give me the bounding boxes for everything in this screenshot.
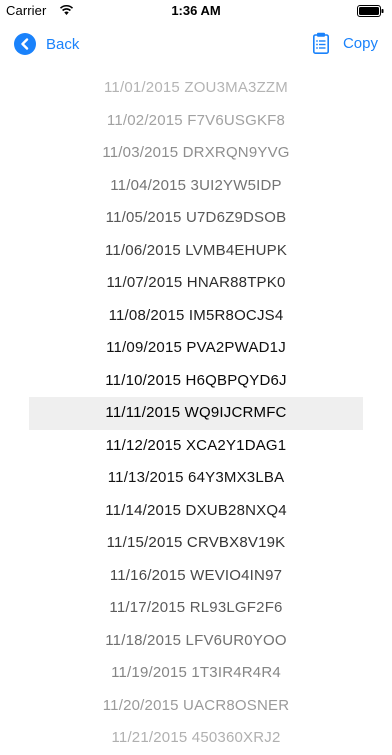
list-item[interactable]: 11/04/2015 3UI2YW5IDP: [0, 170, 392, 203]
list-item[interactable]: 11/12/2015 XCA2Y1DAG1: [0, 430, 392, 463]
list-item[interactable]: 11/16/2015 WEVIO4IN97: [0, 560, 392, 593]
list-item[interactable]: 11/06/2015 LVMB4EHUPK: [0, 235, 392, 268]
back-label: Back: [46, 35, 80, 53]
list-item[interactable]: 11/09/2015 PVA2PWAD1J: [0, 332, 392, 365]
status-bar: Carrier 1:36 AM: [0, 0, 392, 22]
list-item[interactable]: 11/08/2015 IM5R8OCJS4: [0, 300, 392, 333]
list-item[interactable]: 11/15/2015 CRVBX8V19K: [0, 527, 392, 560]
list-item[interactable]: 11/14/2015 DXUB28NXQ4: [0, 495, 392, 528]
list-item[interactable]: 11/17/2015 RL93LGF2F6: [0, 592, 392, 625]
list-item[interactable]: 11/10/2015 H6QBPQYD6J: [0, 365, 392, 398]
list-item[interactable]: 11/18/2015 LFV6UR0YOO: [0, 625, 392, 658]
list-item[interactable]: 11/07/2015 HNAR88TPK0: [0, 267, 392, 300]
list-item[interactable]: 11/19/2015 1T3IR4R4R4: [0, 657, 392, 690]
list-item[interactable]: 11/20/2015 UACR8OSNER: [0, 690, 392, 723]
copy-label: Copy: [342, 34, 378, 52]
list-item[interactable]: 11/02/2015 F7V6USGKF8: [0, 105, 392, 138]
code-list[interactable]: 11/01/2015 ZOU3MA3ZZM 11/02/2015 F7V6USGK…: [0, 72, 392, 755]
back-button[interactable]: Back: [14, 33, 79, 55]
battery-full-icon: [357, 5, 384, 17]
list-item[interactable]: 11/03/2015 DRXRQN9YVG: [0, 137, 392, 170]
list-item[interactable]: 11/13/2015 64Y3MX3LBA: [0, 462, 392, 495]
chevron-left-circle-icon: [14, 33, 36, 55]
status-time: 1:36 AM: [171, 3, 221, 18]
list-item-selected[interactable]: 11/11/2015 WQ9IJCRMFC: [29, 397, 363, 430]
copy-button[interactable]: Copy: [312, 32, 378, 54]
list-item[interactable]: 11/21/2015 450360XRJ2: [0, 722, 392, 755]
navigation-bar: Back Copy: [0, 22, 392, 66]
list-item[interactable]: 11/05/2015 U7D6Z9DSOB: [0, 202, 392, 235]
list-item[interactable]: 11/01/2015 ZOU3MA3ZZM: [0, 72, 392, 105]
clipboard-icon: [312, 32, 329, 54]
